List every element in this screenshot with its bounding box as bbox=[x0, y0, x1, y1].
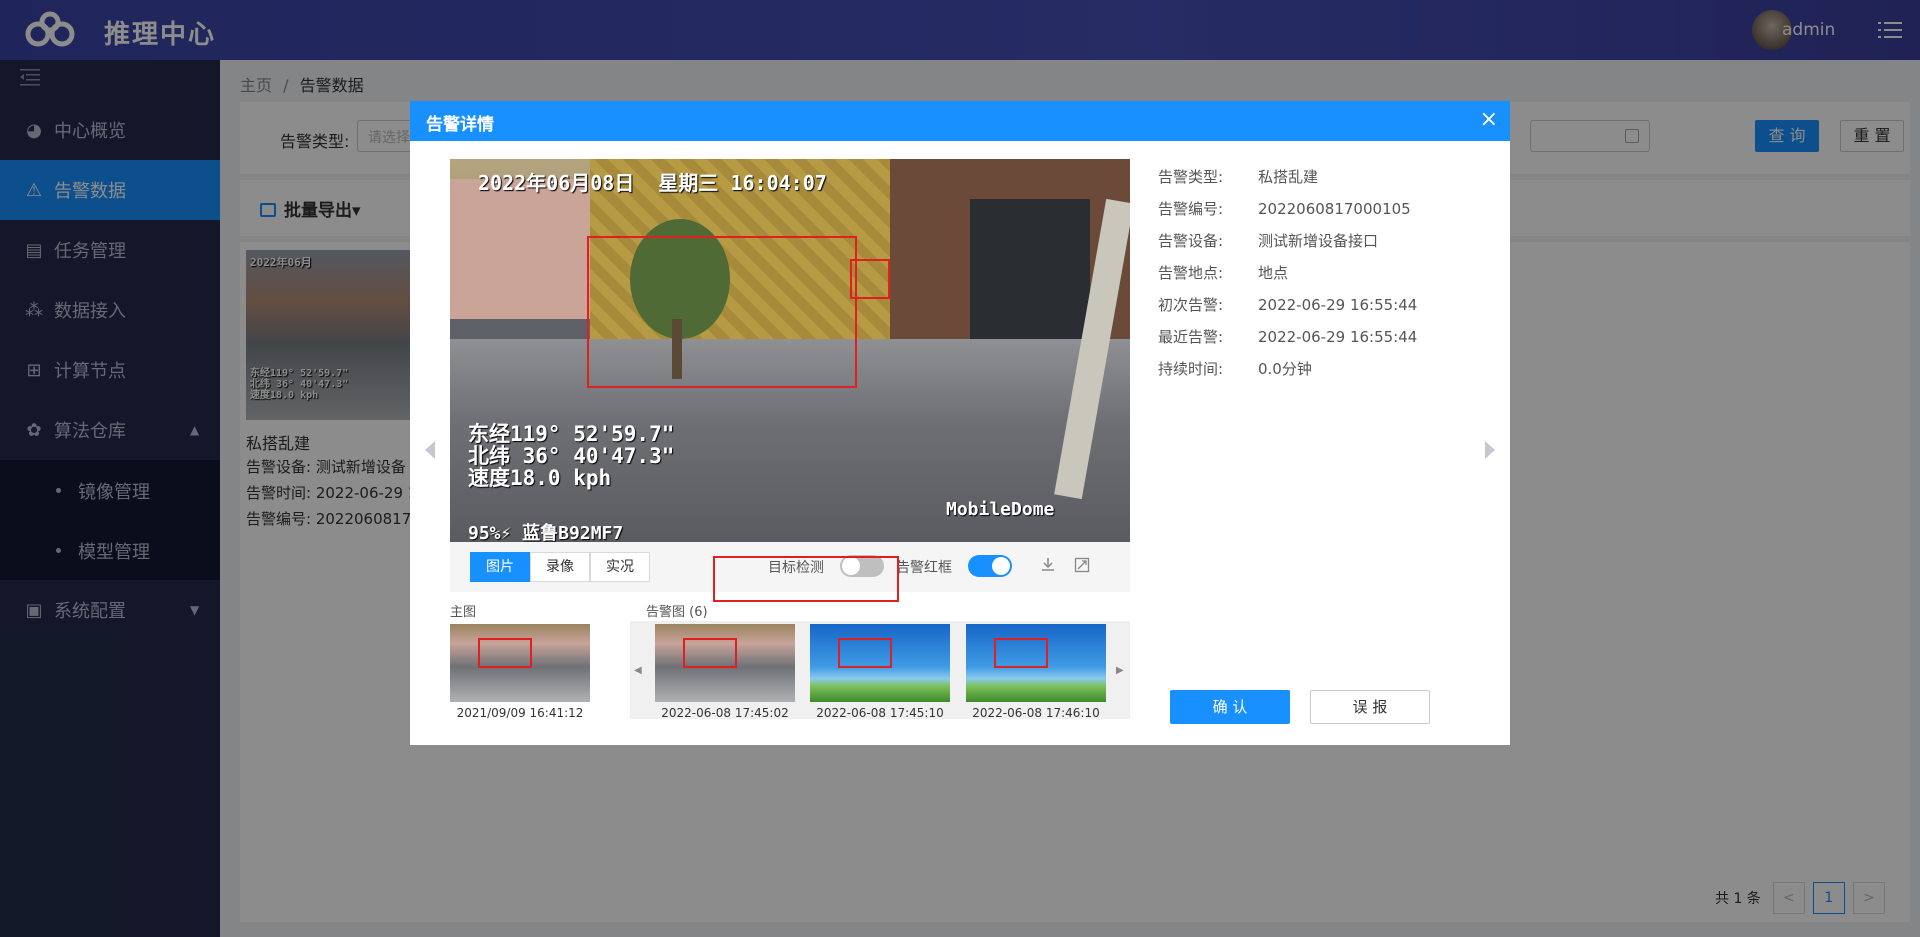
info-first-alarm: 初次告警: 2022-06-29 16:55:44 bbox=[1158, 294, 1417, 315]
strip-next-arrow-icon[interactable]: ▶ bbox=[1116, 665, 1124, 676]
info-value: 2022060817000105 bbox=[1258, 200, 1411, 218]
alarm-detection-box-small bbox=[850, 259, 890, 299]
strip-prev-arrow-icon[interactable]: ◀ bbox=[634, 665, 642, 676]
thumbnail-caption: 2022-06-08 17:45:02 bbox=[661, 706, 789, 720]
thumbnail-caption: 2022-06-08 17:46:10 bbox=[972, 706, 1100, 720]
modal-header: 告警详情 × bbox=[410, 101, 1510, 141]
info-key: 告警类型: bbox=[1158, 168, 1224, 186]
scene-building-left bbox=[450, 179, 590, 319]
fullscreen-icon[interactable] bbox=[1074, 557, 1090, 573]
alarm-image-thumbnail[interactable] bbox=[810, 624, 950, 702]
prev-alarm-arrow-icon[interactable] bbox=[425, 441, 435, 459]
info-alarm-location: 告警地点: 地点 bbox=[1158, 262, 1288, 283]
false-report-button[interactable]: 误 报 bbox=[1310, 690, 1430, 724]
info-key: 持续时间: bbox=[1158, 360, 1224, 378]
info-duration: 持续时间: 0.0分钟 bbox=[1158, 358, 1312, 379]
thumb-detection-box bbox=[683, 638, 737, 668]
info-key: 告警地点: bbox=[1158, 264, 1224, 282]
info-key: 告警编号: bbox=[1158, 200, 1224, 218]
info-alarm-type: 告警类型: 私搭乱建 bbox=[1158, 166, 1318, 187]
osd-plate: 95%⚡ 蓝鲁B92MF7 bbox=[468, 523, 624, 542]
target-detection-highlight bbox=[713, 556, 899, 602]
thumbnail-caption: 2022-06-08 17:45:10 bbox=[816, 706, 944, 720]
alarm-box-toggle[interactable] bbox=[968, 555, 1012, 577]
tab-live[interactable]: 实况 bbox=[590, 552, 650, 582]
info-value: 测试新增设备接口 bbox=[1258, 232, 1379, 250]
confirm-button[interactable]: 确 认 bbox=[1170, 690, 1290, 724]
osd-coordinates: 东经119° 52'59.7" 北纬 36° 40'47.3" 速度18.0 k… bbox=[468, 422, 675, 490]
alarm-images-label: 告警图 (6) bbox=[646, 605, 708, 620]
info-value: 2022-06-29 16:55:44 bbox=[1258, 328, 1418, 346]
thumb-detection-box bbox=[994, 638, 1048, 668]
scene-shop-door bbox=[970, 199, 1090, 339]
alarm-image-viewer[interactable]: 2022年06月08日 星期三 16:04:07 东经119° 52'59.7"… bbox=[450, 159, 1130, 542]
download-icon[interactable] bbox=[1040, 557, 1056, 573]
modal-title: 告警详情 bbox=[426, 115, 494, 135]
tab-image[interactable]: 图片 bbox=[470, 552, 530, 582]
osd-datetime: 2022年06月08日 星期三 16:04:07 bbox=[478, 171, 827, 195]
alarm-image-thumbnail[interactable] bbox=[966, 624, 1106, 702]
media-tab-group: 图片 录像 实况 bbox=[470, 552, 650, 582]
main-image-thumbnail[interactable] bbox=[450, 624, 590, 702]
tab-video[interactable]: 录像 bbox=[530, 552, 590, 582]
info-value: 私搭乱建 bbox=[1258, 168, 1319, 186]
alarm-image-thumbnail[interactable] bbox=[655, 624, 795, 702]
next-alarm-arrow-icon[interactable] bbox=[1485, 441, 1495, 459]
alarm-box-label: 告警红框 bbox=[896, 560, 952, 576]
thumb-detection-box bbox=[838, 638, 892, 668]
alarm-detail-modal: 告警详情 × 2022年06月08日 星期三 16:04:07 东经119° 5… bbox=[410, 101, 1510, 745]
info-value: 2022-06-29 16:55:44 bbox=[1258, 296, 1418, 314]
alarm-detection-box bbox=[587, 236, 857, 388]
thumb-detection-box bbox=[478, 638, 532, 668]
info-latest-alarm: 最近告警: 2022-06-29 16:55:44 bbox=[1158, 326, 1417, 347]
main-image-label: 主图 bbox=[450, 605, 477, 620]
info-alarm-number: 告警编号: 2022060817000105 bbox=[1158, 198, 1411, 219]
info-key: 最近告警: bbox=[1158, 328, 1224, 346]
osd-brand: MobileDome bbox=[946, 499, 1055, 520]
info-key: 初次告警: bbox=[1158, 296, 1224, 314]
info-value: 地点 bbox=[1258, 264, 1289, 282]
toggle-knob bbox=[992, 557, 1010, 575]
thumbnail-caption: 2021/09/09 16:41:12 bbox=[456, 706, 584, 720]
info-alarm-device: 告警设备: 测试新增设备接口 bbox=[1158, 230, 1378, 251]
close-icon[interactable]: × bbox=[1480, 109, 1498, 131]
info-key: 告警设备: bbox=[1158, 232, 1224, 250]
info-value: 0.0分钟 bbox=[1258, 360, 1312, 378]
